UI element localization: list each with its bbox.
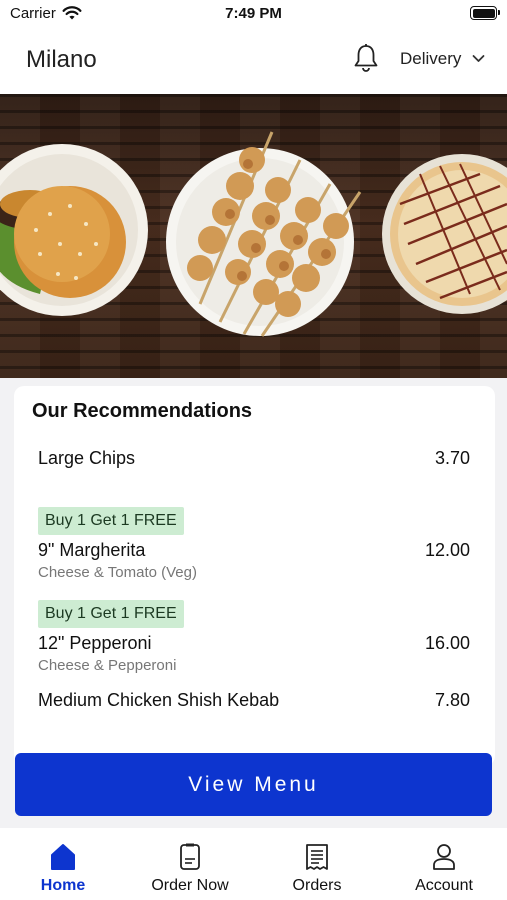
tab-label: Order Now bbox=[151, 877, 229, 894]
tab-account[interactable]: Account bbox=[381, 828, 507, 900]
app-header: Milano Delivery bbox=[0, 26, 507, 94]
promo-badge: Buy 1 Get 1 FREE bbox=[38, 507, 184, 535]
skewers-plate bbox=[166, 131, 362, 337]
recommendations-title: Our Recommendations bbox=[32, 400, 253, 422]
delivery-mode-select[interactable]: Delivery bbox=[400, 49, 461, 69]
list-item[interactable]: 12" Pepperoni 16.00 Cheese & Pepperoni bbox=[38, 633, 470, 674]
item-description: Cheese & Pepperoni bbox=[38, 657, 177, 674]
item-name: 9" Margherita bbox=[38, 540, 146, 560]
item-name: Medium Chicken Shish Kebab bbox=[38, 690, 280, 710]
item-description: Cheese & Tomato (Veg) bbox=[38, 564, 197, 581]
order-icon bbox=[180, 843, 200, 870]
tab-label: Orders bbox=[292, 877, 342, 894]
battery-icon bbox=[470, 6, 500, 20]
item-name: Large Chips bbox=[38, 448, 136, 468]
restaurant-title: Milano bbox=[26, 46, 97, 73]
item-price: 12.00 bbox=[424, 540, 470, 560]
home-icon bbox=[51, 844, 75, 870]
item-price: 16.00 bbox=[424, 633, 470, 653]
tab-orders[interactable]: Orders bbox=[254, 828, 380, 900]
list-item[interactable]: Medium Chicken Shish Kebab 7.80 bbox=[38, 690, 470, 711]
user-icon bbox=[433, 844, 455, 870]
clock: 7:49 PM bbox=[225, 5, 282, 22]
item-name: 12" Pepperoni bbox=[38, 633, 152, 653]
pizza-plate bbox=[382, 154, 507, 314]
tab-label: Account bbox=[415, 877, 473, 894]
food-banner-image bbox=[0, 131, 507, 337]
tab-order-now[interactable]: Order Now bbox=[127, 828, 253, 900]
bottom-tab-bar: Home Order Now Orders Account bbox=[0, 828, 507, 900]
recommendations-card: Our Recommendations Large Chips 3.70 Buy… bbox=[14, 386, 495, 766]
list-item[interactable]: 9" Margherita 12.00 Cheese & Tomato (Veg… bbox=[38, 540, 470, 581]
receipt-icon bbox=[306, 844, 328, 870]
view-menu-button[interactable]: View Menu bbox=[15, 753, 492, 816]
item-price: 3.70 bbox=[434, 448, 470, 468]
hero-banner bbox=[0, 94, 507, 378]
burger-plate bbox=[0, 144, 148, 316]
tab-home[interactable]: Home bbox=[0, 828, 126, 900]
promo-badge: Buy 1 Get 1 FREE bbox=[38, 600, 184, 628]
list-item[interactable]: Large Chips 3.70 bbox=[38, 448, 470, 469]
bell-icon[interactable] bbox=[352, 43, 380, 73]
tab-label: Home bbox=[40, 877, 86, 894]
chevron-down-icon[interactable] bbox=[472, 54, 485, 63]
status-bar: Carrier 7:49 PM bbox=[0, 0, 507, 26]
item-price: 7.80 bbox=[434, 690, 470, 710]
